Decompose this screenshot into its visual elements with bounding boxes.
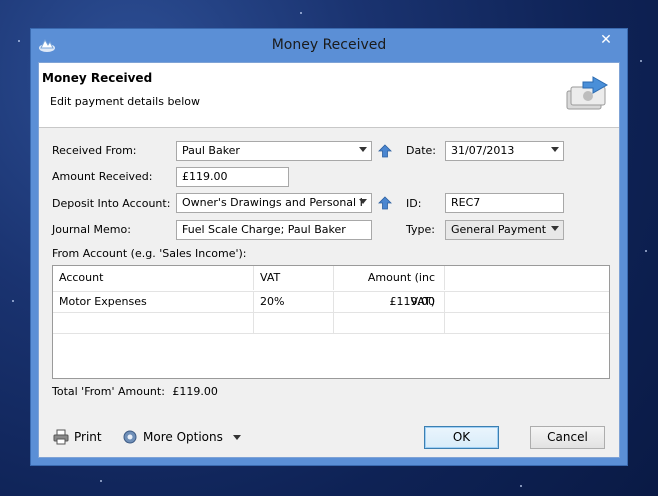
- more-options-button[interactable]: More Options: [122, 429, 241, 445]
- column-header-empty: [445, 266, 609, 290]
- id-input[interactable]: REC7: [445, 193, 564, 213]
- cell-empty: [445, 312, 609, 333]
- chevron-down-icon: [551, 147, 559, 152]
- received-from-value: Paul Baker: [182, 144, 240, 157]
- date-label: Date:: [406, 144, 436, 157]
- deposit-account-value: Owner's Drawings and Personal I: [182, 196, 363, 209]
- deposit-into-label: Deposit Into Account:: [52, 197, 171, 210]
- amount-received-label: Amount Received:: [52, 170, 153, 183]
- cell-amount[interactable]: £119.00: [334, 291, 445, 312]
- print-button[interactable]: Print: [53, 429, 102, 445]
- total-label: Total 'From' Amount:: [52, 385, 165, 398]
- table-row[interactable]: Motor Expenses 20% £119.00: [53, 291, 609, 313]
- journal-memo-label: Journal Memo:: [52, 223, 131, 236]
- from-account-label: From Account (e.g. 'Sales Income'):: [52, 247, 247, 260]
- deposit-account-combo[interactable]: Owner's Drawings and Personal I: [176, 193, 372, 213]
- table-row-empty[interactable]: [53, 312, 609, 334]
- chevron-down-icon: [232, 434, 241, 440]
- column-header-account[interactable]: Account: [53, 266, 254, 290]
- dialog-window: Money Received ✕ Money Received Edit pay…: [30, 28, 628, 466]
- type-label: Type:: [406, 223, 435, 236]
- window-title: Money Received: [271, 37, 387, 53]
- cell-empty: [445, 291, 609, 312]
- cell-vat[interactable]: 20%: [254, 291, 334, 312]
- ok-button[interactable]: OK: [424, 426, 499, 449]
- id-label: ID:: [406, 197, 422, 210]
- cell-vat-empty[interactable]: [254, 312, 334, 333]
- chevron-down-icon: [551, 226, 559, 231]
- type-combo[interactable]: General Payment: [445, 220, 564, 240]
- from-account-table[interactable]: Account VAT Amount (inc VAT) Motor Expen…: [52, 265, 610, 379]
- total-from-amount: Total 'From' Amount: £119.00: [52, 385, 218, 398]
- money-received-icon: [566, 76, 609, 110]
- chevron-down-icon: [359, 199, 367, 204]
- gear-icon: [123, 430, 137, 444]
- cell-amount-empty[interactable]: [334, 312, 445, 333]
- type-value: General Payment: [451, 223, 547, 236]
- date-value: 31/07/2013: [451, 144, 515, 157]
- table-header-row: Account VAT Amount (inc VAT): [53, 266, 609, 308]
- header-subtitle: Edit payment details below: [50, 95, 200, 108]
- received-from-combo[interactable]: Paul Baker: [176, 141, 372, 161]
- dialog-body: Money Received Edit payment details belo…: [38, 62, 620, 458]
- received-from-label: Received From:: [52, 144, 137, 157]
- title-bar[interactable]: Money Received ✕: [31, 29, 627, 62]
- journal-memo-input[interactable]: Fuel Scale Charge; Paul Baker: [176, 220, 372, 240]
- cell-account-empty[interactable]: [53, 312, 254, 333]
- total-value: £119.00: [172, 385, 218, 398]
- printer-icon: [53, 429, 69, 445]
- close-icon: ✕: [600, 32, 612, 48]
- header-title: Money Received: [42, 71, 153, 85]
- arrow-up-icon[interactable]: [378, 196, 392, 210]
- cancel-button[interactable]: Cancel: [530, 426, 605, 449]
- date-picker[interactable]: 31/07/2013: [445, 141, 564, 161]
- close-button[interactable]: ✕: [592, 31, 620, 49]
- arrow-up-icon[interactable]: [378, 144, 392, 158]
- print-label: Print: [74, 430, 102, 444]
- cell-account[interactable]: Motor Expenses: [53, 291, 254, 312]
- column-header-vat[interactable]: VAT: [254, 266, 334, 290]
- amount-received-input[interactable]: £119.00: [176, 167, 289, 187]
- chevron-down-icon: [359, 147, 367, 152]
- more-options-label: More Options: [143, 430, 223, 444]
- dialog-header: Money Received Edit payment details belo…: [39, 63, 619, 128]
- column-header-amount[interactable]: Amount (inc VAT): [334, 266, 445, 308]
